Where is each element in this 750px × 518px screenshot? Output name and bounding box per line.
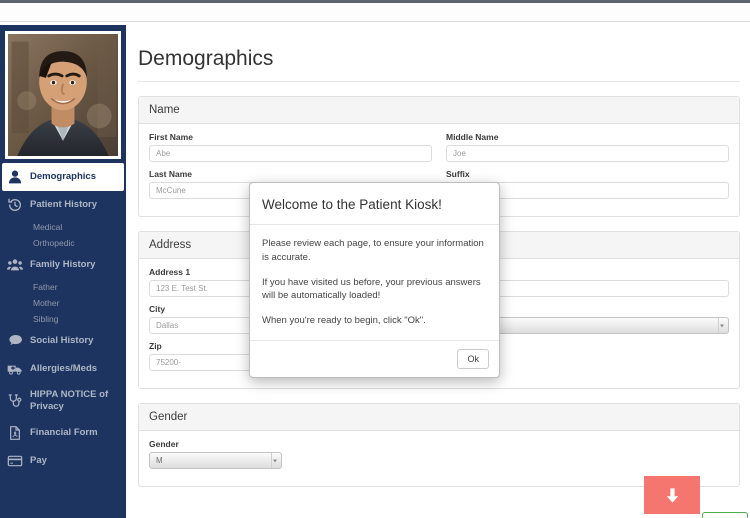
- welcome-modal-paragraph-3: When you're ready to begin, click "Ok".: [262, 315, 426, 327]
- chevron-down-icon: [720, 324, 724, 327]
- first-name-label: First Name: [149, 132, 193, 142]
- sidebar-item-label: HIPPA NOTICE of Privacy: [30, 389, 109, 412]
- sidebar-subitem-sibling[interactable]: Sibling: [0, 311, 126, 327]
- sidebar-item-family-history[interactable]: Family History: [0, 251, 126, 279]
- user-icon: [7, 169, 23, 185]
- sidebar-item-financial-form[interactable]: Financial Form: [0, 419, 126, 447]
- last-name-label: Last Name: [149, 169, 192, 179]
- sidebar-item-label: Patient History: [30, 199, 98, 211]
- welcome-modal-paragraph-1: Please review each page, to ensure your …: [262, 238, 484, 263]
- middle-name-field: Middle Name: [446, 132, 729, 162]
- welcome-modal: Welcome to the Patient Kiosk! Please rev…: [249, 182, 500, 378]
- name-panel-heading: Name: [139, 97, 739, 124]
- sidebar-nav: Demographics Patient History Medical Ort…: [0, 163, 126, 475]
- sidebar-item-demographics[interactable]: Demographics: [2, 163, 124, 191]
- welcome-modal-body: Please review each page, to ensure your …: [250, 225, 499, 341]
- gender-panel-heading: Gender: [139, 404, 739, 431]
- sidebar-item-label: Social History: [30, 335, 94, 347]
- gender-select-value: M: [156, 456, 163, 465]
- avatar: [5, 31, 121, 159]
- sidebar-subitem-mother[interactable]: Mother: [0, 295, 126, 311]
- gender-label: Gender: [149, 439, 179, 449]
- middle-name-input[interactable]: [446, 145, 729, 162]
- first-name-input[interactable]: [149, 145, 432, 162]
- sidebar-item-pay[interactable]: Pay: [0, 447, 126, 475]
- ambulance-icon: [7, 361, 23, 377]
- arrow-down-icon: [666, 487, 678, 503]
- title-divider: [138, 81, 740, 82]
- ok-button[interactable]: Ok: [457, 348, 489, 369]
- sidebar-item-social-history[interactable]: Social History: [0, 327, 126, 355]
- sidebar-subitem-father[interactable]: Father: [0, 279, 126, 295]
- group-icon: [7, 257, 23, 273]
- sidebar-item-health-review[interactable]: HIPPA NOTICE of Privacy: [0, 383, 126, 419]
- chat-icon: [7, 333, 23, 349]
- suffix-label: Suffix: [446, 169, 470, 179]
- sidebar-item-allergies-meds[interactable]: Allergies/Meds: [0, 355, 126, 383]
- top-bar: [0, 3, 750, 22]
- sidebar-item-label: Pay: [30, 454, 47, 466]
- sidebar: Demographics Patient History Medical Ort…: [0, 25, 126, 518]
- first-name-field: First Name: [149, 132, 432, 162]
- kiosk-app: Click "Next" to confirm you've reviewed …: [0, 0, 750, 518]
- welcome-modal-footer: Ok: [250, 341, 499, 377]
- welcome-modal-header: Welcome to the Patient Kiosk!: [250, 183, 499, 225]
- sidebar-item-label: Allergies/Meds: [30, 363, 98, 375]
- sidebar-item-label: Financial Form: [30, 426, 98, 438]
- pdf-icon: [7, 425, 23, 441]
- sidebar-subitem-medical[interactable]: Medical: [0, 219, 126, 235]
- sidebar-item-label: Demographics: [30, 171, 96, 183]
- patient-photo-icon: [8, 34, 118, 156]
- chevron-down-icon: [273, 459, 277, 462]
- scroll-down-button[interactable]: [644, 476, 700, 514]
- welcome-modal-title: Welcome to the Patient Kiosk!: [262, 197, 442, 212]
- sidebar-item-label: Family History: [30, 259, 96, 271]
- stethoscope-icon: [7, 393, 23, 409]
- next-button[interactable]: [702, 512, 748, 518]
- welcome-modal-paragraph-2: If you have visited us before, your prev…: [262, 276, 481, 302]
- gender-select[interactable]: M: [149, 452, 282, 469]
- sidebar-item-patient-history[interactable]: Patient History: [0, 191, 126, 219]
- page-title: Demographics: [138, 47, 274, 70]
- middle-name-label: Middle Name: [446, 132, 499, 142]
- credit-card-icon: [7, 453, 23, 469]
- history-icon: [7, 197, 23, 213]
- sidebar-subitem-orthopedic[interactable]: Orthopedic: [0, 235, 126, 251]
- gender-panel: Gender Gender M: [138, 403, 740, 487]
- gender-field: Gender M: [149, 439, 432, 469]
